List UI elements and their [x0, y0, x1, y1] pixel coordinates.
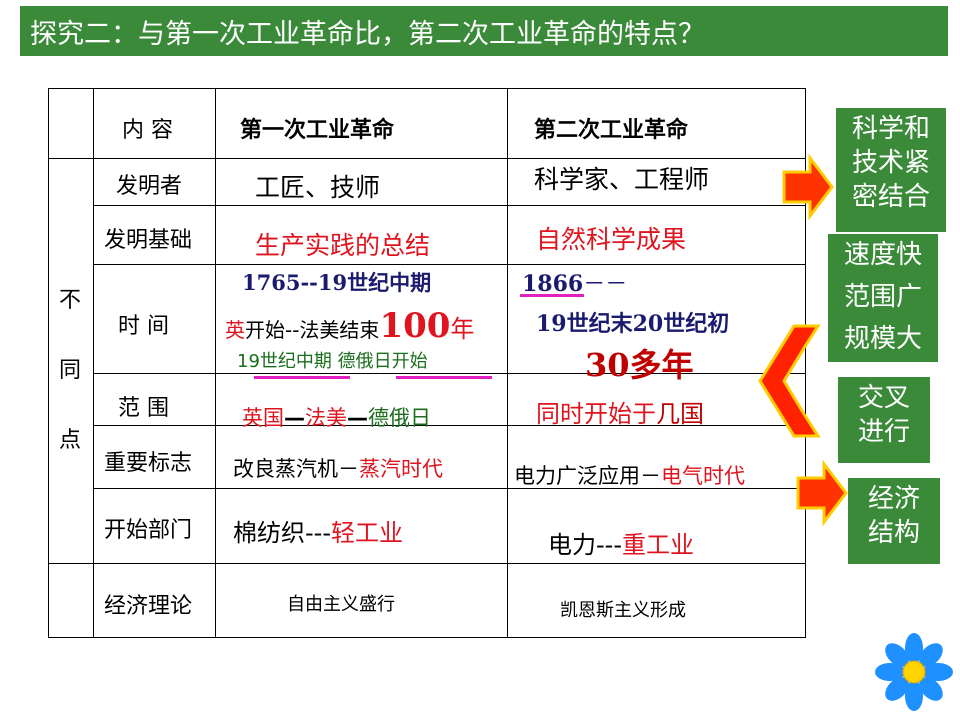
feature-box-speed-scope-scale: 速度快 范围广 规模大 [828, 234, 938, 362]
right-arrow-icon [782, 154, 834, 220]
header-second-revolution: 第二次工业革命 [534, 117, 689, 143]
second-landmark: 电力广泛应用－电气时代 [514, 464, 745, 488]
second-time-line2: 19世纪末20世纪初 [536, 311, 730, 337]
feature-box-science-tech: 科学和 技术紧 密结合 [836, 108, 946, 232]
feature-box-economic-structure: 经济 结构 [848, 478, 940, 564]
second-economic-theory: 凯恩斯主义形成 [560, 600, 686, 621]
first-inventor: 工匠、技师 [255, 173, 381, 202]
side-label-1: 不 [59, 288, 82, 313]
row-label-landmark: 重要标志 [104, 451, 193, 476]
row-label-scope: 范 围 [118, 396, 169, 421]
underline-germany-russia-japan [396, 376, 492, 379]
right-arrow-icon [796, 460, 848, 526]
bidirectional-arrow-icon [758, 324, 821, 438]
feature-box-overlap: 交叉 进行 [838, 377, 930, 463]
underline-1866 [520, 294, 584, 297]
second-scope: 同时开始于几国 [536, 400, 704, 428]
header-first-revolution: 第一次工业革命 [240, 117, 395, 143]
header-content: 内 容 [122, 118, 173, 143]
underline-mid19c [254, 376, 350, 379]
row-label-economic-theory: 经济理论 [104, 594, 193, 619]
first-time-line2: 英开始--法美结束100年 [225, 306, 475, 346]
first-economic-theory: 自由主义盛行 [287, 594, 395, 615]
row-label-inventor: 发明者 [116, 174, 183, 199]
second-sector: 电力---重工业 [548, 531, 694, 559]
second-inventor: 科学家、工程师 [534, 165, 710, 194]
second-time-line3: 30多年 [585, 346, 694, 384]
first-time-line3: 19世纪中期 德俄日开始 [237, 351, 428, 372]
row-label-invention-basis: 发明基础 [104, 228, 193, 253]
first-landmark: 改良蒸汽机－蒸汽时代 [233, 457, 443, 481]
flower-icon [875, 633, 953, 711]
page-title: 探究二：与第一次工业革命比，第二次工业革命的特点？ [30, 19, 705, 50]
first-time-line1: 1765--19世纪中期 [242, 270, 432, 295]
first-invention-basis: 生产实践的总结 [255, 231, 431, 260]
side-label-3: 点 [59, 428, 82, 453]
row-label-starting-sector: 开始部门 [104, 518, 193, 543]
first-sector: 棉纺织---轻工业 [233, 519, 403, 547]
first-scope: 英国—法美—德俄日 [242, 406, 431, 430]
second-invention-basis: 自然科学成果 [536, 225, 687, 254]
row-label-time: 时 间 [118, 314, 169, 339]
side-label-2: 同 [59, 358, 82, 383]
